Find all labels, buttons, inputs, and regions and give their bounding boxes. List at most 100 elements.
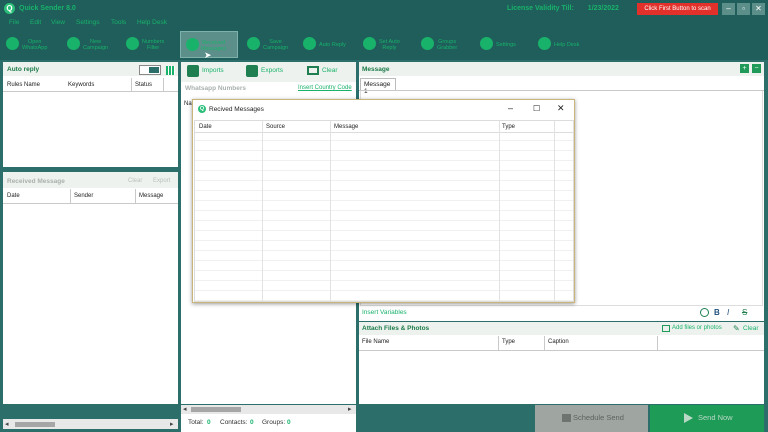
auto-reply-button[interactable]: Auto Reply bbox=[303, 31, 351, 58]
license-info: License Validity Till: 1/23/2022 bbox=[507, 5, 619, 12]
imports-icon bbox=[187, 65, 199, 77]
send-now-button[interactable]: Send Now bbox=[650, 405, 764, 432]
settings-icon bbox=[480, 37, 493, 50]
auto-reply-toggle[interactable] bbox=[139, 65, 161, 75]
table-header: Date Source Message Type bbox=[195, 121, 573, 133]
menu-settings[interactable]: Settings bbox=[76, 19, 100, 26]
whatsapp-numbers-title: Whatsapp Numbers bbox=[185, 85, 247, 92]
strike-button[interactable]: S bbox=[742, 308, 747, 317]
total-label: Total: bbox=[188, 419, 204, 426]
scroll-right-icon[interactable]: ▸ bbox=[170, 420, 174, 428]
add-message-icon[interactable]: + bbox=[740, 64, 749, 73]
groups-count: 0 bbox=[287, 419, 291, 426]
divider bbox=[554, 121, 555, 301]
attach-title: Attach Files & Photos bbox=[362, 325, 430, 332]
received-export-button[interactable]: Export bbox=[153, 178, 170, 184]
divider bbox=[3, 91, 178, 92]
menu-edit[interactable]: Edit bbox=[30, 19, 41, 26]
scrollbar-thumb[interactable] bbox=[191, 407, 241, 412]
bold-button[interactable]: B bbox=[714, 308, 720, 317]
clear-numbers-button[interactable]: Clear bbox=[322, 67, 338, 74]
schedule-send-button[interactable]: Schedule Send bbox=[535, 405, 648, 432]
groups-icon bbox=[421, 37, 434, 50]
menu-view[interactable]: View bbox=[51, 19, 65, 26]
insert-variables-link[interactable]: Insert Variables bbox=[362, 309, 407, 316]
col-status: Status bbox=[135, 82, 153, 88]
license-date: 1/23/2022 bbox=[587, 5, 619, 12]
auto-reply-title: Auto reply bbox=[7, 66, 40, 73]
numbers-filter-button[interactable]: Numbers Filter bbox=[126, 31, 178, 58]
menu-tools[interactable]: Tools bbox=[111, 19, 126, 26]
send-icon bbox=[684, 413, 693, 423]
add-files-button[interactable]: Add files or photos bbox=[672, 325, 722, 331]
menu-file[interactable]: File bbox=[9, 19, 19, 26]
attach-clear-button[interactable]: Clear bbox=[743, 325, 759, 332]
toolbar: Open WhatsApp New Campaign Numbers Filte… bbox=[0, 29, 768, 60]
help-desk-button[interactable]: Help Desk bbox=[538, 31, 584, 58]
plus-icon bbox=[67, 37, 80, 50]
insert-country-code-link[interactable]: Insert Country Code bbox=[298, 85, 352, 91]
col-name: Na bbox=[184, 101, 192, 107]
close-icon[interactable]: ✕ bbox=[752, 3, 765, 15]
grid-view-icon[interactable] bbox=[166, 66, 175, 75]
col-file-name: File Name bbox=[362, 339, 390, 345]
network-icon bbox=[363, 37, 376, 50]
set-auto-reply-button[interactable]: Set Auto Reply bbox=[363, 31, 409, 58]
minimize-icon[interactable]: – bbox=[722, 3, 735, 15]
settings-button[interactable]: Settings bbox=[480, 31, 522, 58]
numbers-footer: Total: 0 Contacts: 0 Groups: 0 bbox=[181, 414, 356, 432]
maximize-icon[interactable]: ▫ bbox=[737, 3, 750, 15]
app-title: Quick Sender 8.0 bbox=[19, 5, 76, 12]
imports-button[interactable]: Imports bbox=[202, 67, 224, 74]
dialog-close-icon[interactable]: ✕ bbox=[557, 103, 565, 114]
menu-help-desk[interactable]: Help Desk bbox=[137, 19, 167, 26]
col-rules-name: Rules Name bbox=[7, 82, 41, 88]
tool-label: Save Campaign bbox=[263, 39, 289, 51]
received-clear-button[interactable]: Clear bbox=[128, 178, 142, 184]
scroll-left-icon[interactable]: ◂ bbox=[183, 405, 187, 413]
received-message-panel: Received Message Clear Export Date Sende… bbox=[3, 172, 178, 428]
message-title: Message bbox=[362, 66, 390, 73]
numbers-horizontal-scrollbar[interactable]: ◂ ▸ bbox=[181, 405, 356, 414]
divider bbox=[359, 350, 764, 351]
divider bbox=[131, 78, 132, 91]
divider bbox=[163, 78, 164, 91]
scan-button[interactable]: Click First Button to scan bbox=[637, 3, 718, 15]
emoji-icon[interactable] bbox=[700, 308, 709, 317]
italic-button[interactable]: I bbox=[727, 308, 729, 317]
col-type: Type bbox=[502, 339, 516, 345]
exports-icon bbox=[246, 65, 258, 77]
new-campaign-button[interactable]: New Campaign bbox=[67, 31, 117, 58]
divider bbox=[135, 189, 136, 203]
received-messages-table: Date Source Message Type bbox=[194, 120, 574, 302]
scrollbar-thumb[interactable] bbox=[15, 422, 55, 427]
filter-icon bbox=[126, 37, 139, 50]
contacts-count: 0 bbox=[250, 419, 254, 426]
save-campaign-button[interactable]: Save Campaign bbox=[247, 31, 297, 58]
message-icon bbox=[186, 38, 199, 51]
license-label: License Validity Till: bbox=[507, 5, 574, 12]
menu-bar: File Edit View Settings Tools Help Desk bbox=[0, 18, 768, 29]
groups-grabber-button[interactable]: Groups Grabber bbox=[421, 31, 469, 58]
scroll-right-icon[interactable]: ▸ bbox=[348, 405, 352, 413]
open-whatsapp-button[interactable]: Open WhatsApp bbox=[6, 31, 58, 58]
divider bbox=[499, 121, 500, 301]
tool-label: Set Auto Reply bbox=[379, 39, 400, 51]
app-window: Q Quick Sender 8.0 License Validity Till… bbox=[0, 0, 768, 432]
title-bar: Q Quick Sender 8.0 License Validity Till… bbox=[0, 0, 768, 18]
mouse-cursor-icon: ➤ bbox=[204, 50, 212, 60]
message-format-bar: Insert Variables B I S bbox=[359, 307, 764, 321]
remove-message-icon[interactable]: − bbox=[752, 64, 761, 73]
divider bbox=[70, 189, 71, 203]
save-icon bbox=[247, 37, 260, 50]
exports-button[interactable]: Exports bbox=[261, 67, 283, 74]
tab-message-1[interactable]: Message 1 bbox=[360, 78, 396, 95]
dialog-maximize-icon[interactable]: ☐ bbox=[533, 104, 540, 113]
dialog-minimize-icon[interactable]: – bbox=[508, 103, 513, 113]
send-now-label: Send Now bbox=[698, 413, 733, 422]
divider bbox=[544, 336, 545, 350]
dialog-logo-icon: Q bbox=[198, 105, 206, 113]
received-horizontal-scrollbar[interactable]: ◂ ▸ bbox=[3, 420, 178, 429]
col-type: Type bbox=[502, 124, 516, 130]
scroll-left-icon[interactable]: ◂ bbox=[5, 420, 9, 428]
